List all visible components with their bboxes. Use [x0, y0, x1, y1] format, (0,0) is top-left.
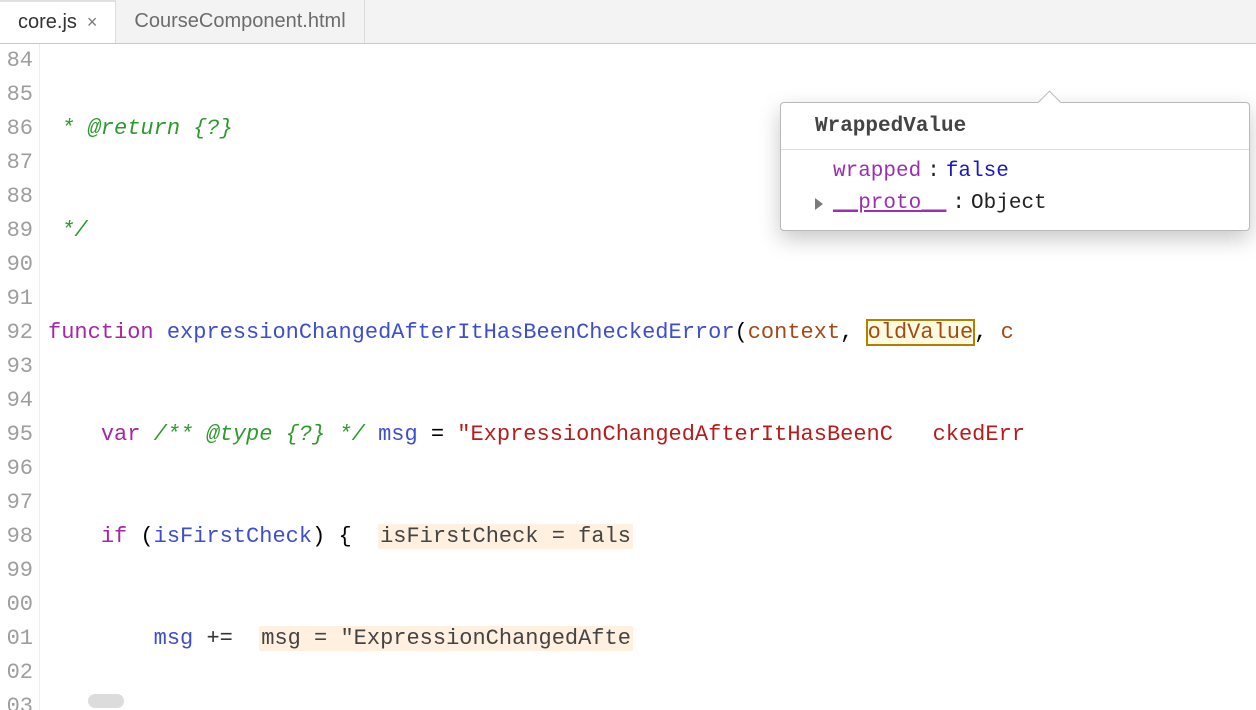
inline-value-hint: isFirstCheck = fals — [378, 524, 633, 549]
line-number: 01 — [0, 622, 33, 656]
tooltip-title: WrappedValue — [781, 103, 1249, 150]
line-number: 90 — [0, 248, 33, 282]
code-line: if (isFirstCheck) { isFirstCheck = fals — [48, 520, 1256, 554]
line-number: 99 — [0, 554, 33, 588]
line-number: 00 — [0, 588, 33, 622]
value-tooltip[interactable]: WrappedValue wrapped: false __proto__: O… — [780, 102, 1250, 231]
property-value: Object — [971, 188, 1047, 220]
line-number: 84 — [0, 44, 33, 78]
line-number-gutter: 8485868788899091929394959697989900010203 — [0, 44, 40, 710]
line-number: 91 — [0, 282, 33, 316]
line-number: 92 — [0, 316, 33, 350]
line-number: 95 — [0, 418, 33, 452]
tab-label: core.js — [18, 11, 77, 34]
line-number: 88 — [0, 180, 33, 214]
line-number: 03 — [0, 690, 33, 710]
tab-core-js[interactable]: core.js × — [0, 0, 116, 43]
code-line: msg += msg = "ExpressionChangedAfte — [48, 622, 1256, 656]
close-icon[interactable]: × — [87, 12, 98, 33]
tooltip-body: wrapped: false __proto__: Object — [781, 150, 1249, 230]
expand-triangle-icon[interactable] — [815, 198, 823, 210]
tab-course-component[interactable]: CourseComponent.html — [116, 0, 364, 43]
code-line: var /** @type {?} */ msg = "ExpressionCh… — [48, 418, 1256, 452]
line-number: 86 — [0, 112, 33, 146]
line-number: 89 — [0, 214, 33, 248]
line-number: 97 — [0, 486, 33, 520]
editor: 8485868788899091929394959697989900010203… — [0, 44, 1256, 710]
tab-bar: core.js × CourseComponent.html — [0, 0, 1256, 44]
line-number: 85 — [0, 78, 33, 112]
tooltip-property-row[interactable]: __proto__: Object — [797, 188, 1233, 220]
tab-label: CourseComponent.html — [134, 10, 345, 33]
line-number: 02 — [0, 656, 33, 690]
line-number: 93 — [0, 350, 33, 384]
tooltip-property-row[interactable]: wrapped: false — [797, 156, 1233, 188]
property-key: wrapped — [833, 156, 921, 188]
inline-value-hint: msg = "ExpressionChangedAfte — [259, 626, 633, 651]
hover-target-oldvalue[interactable]: oldValue — [867, 320, 975, 345]
horizontal-scrollbar-thumb[interactable] — [88, 694, 124, 708]
code-line: function expressionChangedAfterItHasBeen… — [48, 316, 1256, 350]
line-number: 96 — [0, 452, 33, 486]
property-key: __proto__ — [833, 188, 946, 220]
line-number: 87 — [0, 146, 33, 180]
property-value: false — [946, 156, 1009, 188]
line-number: 94 — [0, 384, 33, 418]
line-number: 98 — [0, 520, 33, 554]
